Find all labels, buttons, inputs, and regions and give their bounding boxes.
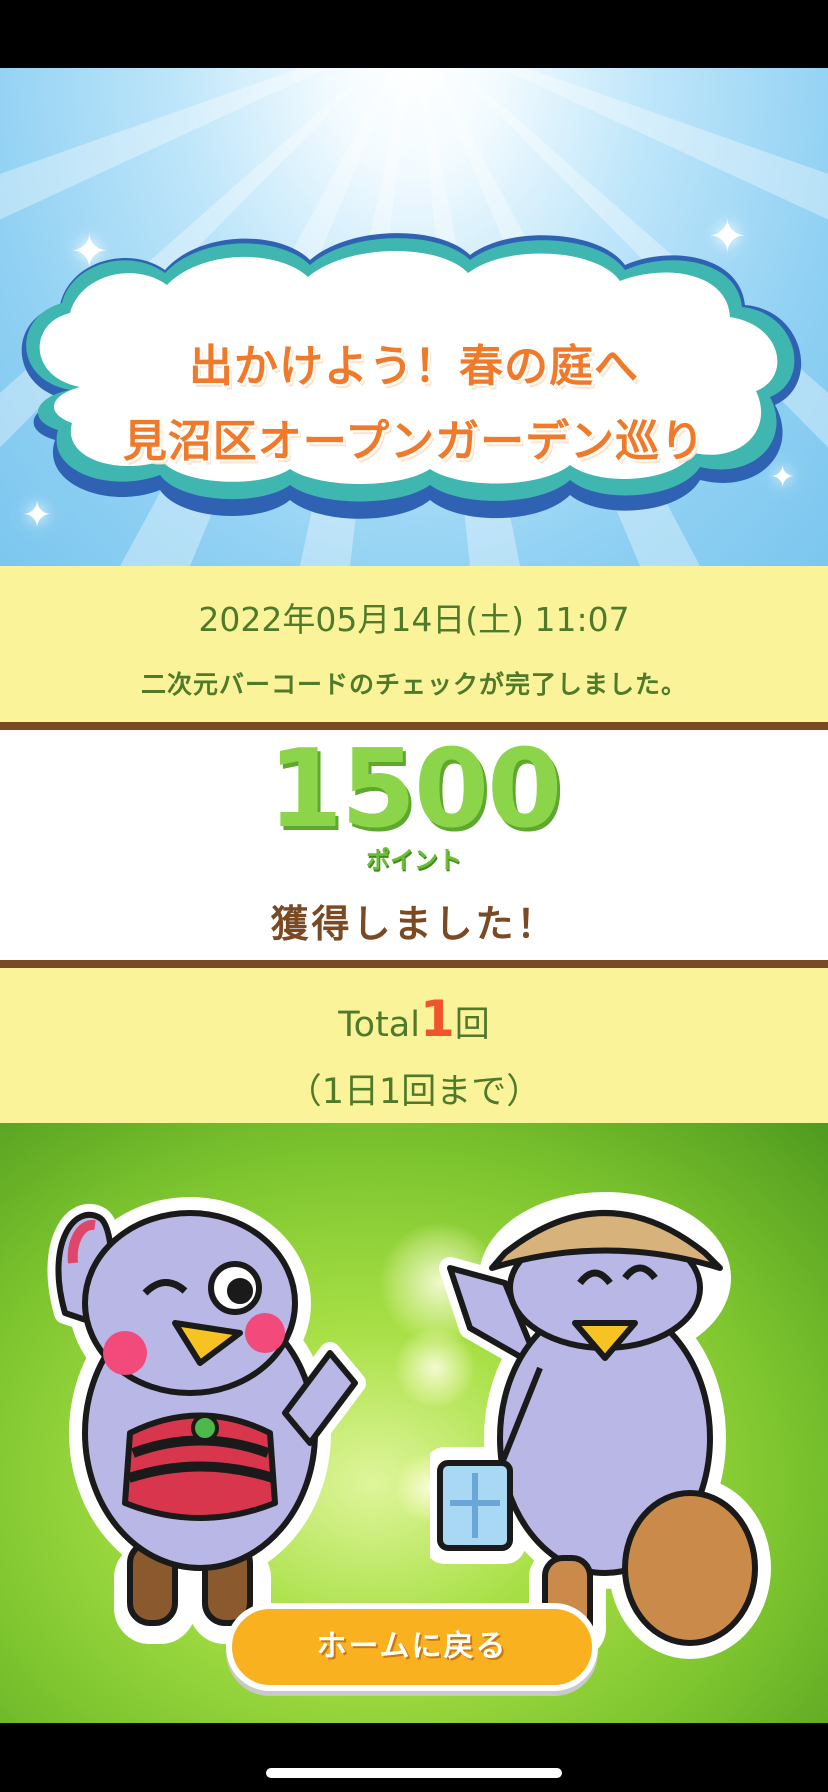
page-title-line2: 見沼区オープンガーデン巡り <box>122 416 706 467</box>
mascot-bird-left <box>47 1197 366 1644</box>
bottom-bar <box>0 1723 828 1792</box>
total-label: Total <box>338 1005 420 1045</box>
points-value: 1500 <box>267 727 563 852</box>
status-bar <box>0 0 828 68</box>
divider <box>0 960 828 968</box>
total-number: 1 <box>419 990 455 1048</box>
home-indicator[interactable] <box>266 1768 562 1778</box>
home-button[interactable]: ホームに戻る <box>226 1603 598 1691</box>
scan-complete-message: 二次元バーコードのチェックが完了しました。 <box>140 670 687 699</box>
page-title-line1: 出かけよう！春の庭へ <box>189 341 639 392</box>
total-count: Total1回 <box>0 990 828 1048</box>
daily-limit-note: （1日1回まで） <box>286 1072 542 1112</box>
points-unit: ポイント <box>366 846 462 874</box>
scan-datetime: 2022年05月14日(土) 11:07 <box>198 600 630 639</box>
total-suffix: 回 <box>454 1005 490 1045</box>
points-gained-text: 獲得しました！ <box>270 902 558 946</box>
